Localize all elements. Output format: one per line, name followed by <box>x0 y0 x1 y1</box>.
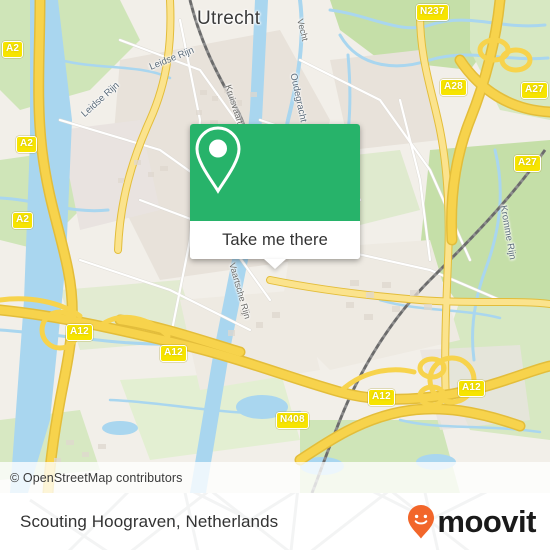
road-shield-label: N408 <box>280 414 305 425</box>
moovit-wordmark: moovit <box>437 503 536 539</box>
road-shield-label: A27 <box>525 84 544 95</box>
road-shield-a12: A12 <box>160 345 187 362</box>
road-shield-a28: A28 <box>440 79 467 96</box>
moovit-map-share-card: .land{fill:#f2efe9} .green{fill:#cfe5b8}… <box>0 0 550 550</box>
map-city-label: Utrecht <box>197 8 261 29</box>
card-pointer-tail <box>264 259 286 269</box>
map-pin-icon <box>195 126 241 194</box>
road-shield-label: A12 <box>462 382 481 393</box>
moovit-logo: moovit <box>406 504 550 540</box>
footer-content: Scouting Hoograven, Netherlands moovit <box>0 493 550 550</box>
road-shield-a12: A12 <box>458 380 485 397</box>
road-shield-label: A2 <box>20 138 34 149</box>
card-action-area[interactable]: Take me there <box>190 221 360 259</box>
road-shield-a2: A2 <box>16 136 38 153</box>
road-shield-label: A12 <box>164 347 183 358</box>
road-shield-a2: A2 <box>12 212 34 229</box>
road-shield-a12: A12 <box>368 389 395 406</box>
road-shield-label: N237 <box>420 6 445 17</box>
road-shield-a27: A27 <box>514 155 541 172</box>
place-title: Scouting Hoograven, Netherlands <box>20 511 279 531</box>
road-shield-n408: N408 <box>276 412 309 429</box>
map-attribution-bar: © OpenStreetMap contributors <box>0 462 550 493</box>
card-icon-area <box>190 124 360 221</box>
road-shield-a12: A12 <box>66 324 93 341</box>
road-shield-label: A12 <box>372 391 391 402</box>
take-me-there-label: Take me there <box>222 230 328 249</box>
map-canvas[interactable]: .land{fill:#f2efe9} .green{fill:#cfe5b8}… <box>0 0 550 493</box>
take-me-there-card[interactable]: Take me there <box>190 124 360 269</box>
road-shield-n237: N237 <box>416 4 449 21</box>
footer-bar: Scouting Hoograven, Netherlands moovit <box>0 493 550 550</box>
road-shield-label: A28 <box>444 81 463 92</box>
road-shield-a2: A2 <box>2 41 24 58</box>
road-shield-label: A12 <box>70 326 89 337</box>
moovit-smiley-pin-icon <box>408 504 435 538</box>
road-shield-label: A2 <box>6 43 20 54</box>
road-shield-a27: A27 <box>521 82 548 99</box>
osm-attribution-text: © OpenStreetMap contributors <box>10 470 183 485</box>
road-shield-label: A2 <box>16 214 30 225</box>
road-shield-label: A27 <box>518 157 537 168</box>
